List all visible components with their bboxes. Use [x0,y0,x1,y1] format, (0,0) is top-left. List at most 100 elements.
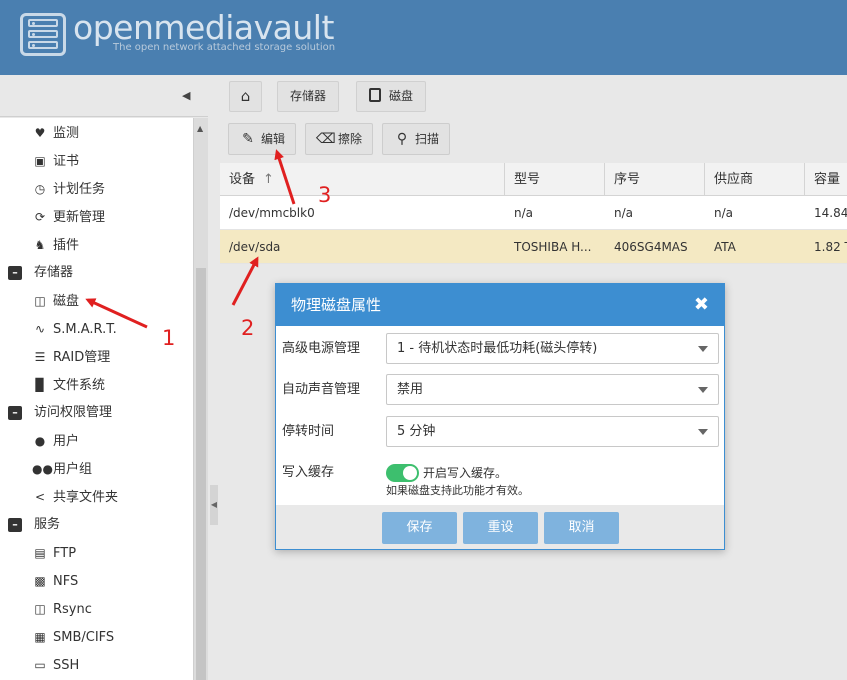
minus-square-icon[interactable]: – [8,405,22,420]
scroll-up-icon[interactable]: ▲ [197,124,203,133]
aam-label: 自动声音管理 [282,382,361,397]
minus-square-icon[interactable]: – [8,517,22,532]
annotation-step-2: 2 [241,316,255,340]
sidebar-item-label: SSH [53,658,80,673]
save-button[interactable]: 保存 [382,512,457,544]
sidebar-item-nfs[interactable]: ▩ NFS [32,570,78,592]
app-header: openmediavault The open network attached… [0,0,847,75]
sidebar-item-label: 磁盘 [53,294,80,309]
server-icon: ▤ [34,546,46,560]
table-row-selected[interactable]: /dev/sda TOSHIBA H... 406SG4MAS ATA 1.82… [220,230,847,264]
sidebar-scrollbar[interactable]: ▲ [194,118,208,680]
sidebar-item-label: S.M.A.R.T. [53,322,117,337]
sidebar-item-label: 用户 [53,434,80,449]
sidebar-item-ssh[interactable]: ▭ SSH [32,654,79,676]
apm-value: 1 - 待机状态时最低功耗(磁头停转) [397,341,598,356]
calendar-clock-icon: ◷ [34,182,46,196]
close-icon[interactable]: ✖ [694,284,709,326]
sidebar-item-label: 更新管理 [53,210,106,225]
table-header: 设备 ↑ 型号 序号 供应商 容量 [220,163,847,196]
sidebar-item-certificates[interactable]: ▣ 证书 [32,150,79,172]
sidebar-item-label: RAID管理 [53,350,111,365]
breadcrumb-storage[interactable]: 存储器 [277,81,340,112]
spindown-select[interactable]: 5 分钟 [386,416,719,447]
scan-button[interactable]: ⚲ 扫描 [382,123,451,155]
sidebar-item-rsync[interactable]: ◫ Rsync [32,598,92,620]
sidebar-item-monitoring[interactable]: ♥ 监测 [32,122,79,144]
sidebar-item-ftp[interactable]: ▤ FTP [32,542,76,564]
sidebar-item-users[interactable]: ● 用户 [32,430,79,452]
column-header-device[interactable]: 设备 ↑ [220,163,505,195]
breadcrumb-disk-label: 磁盘 [389,89,414,103]
breadcrumb: ⌂ 存储器 磁盘 [220,75,847,117]
sort-ascending-icon: ↑ [263,172,274,187]
sidebar-group-label: 访问权限管理 [34,405,113,420]
home-button[interactable]: ⌂ [229,81,262,112]
splitter[interactable]: ◀ [208,75,220,680]
column-header-model[interactable]: 型号 [505,163,605,195]
aam-select[interactable]: 禁用 [386,374,719,405]
edit-label: 编辑 [261,132,286,146]
spindown-row: 停转时间 5 分钟 [276,416,724,448]
cell-vendor: ATA [714,240,736,254]
column-header-serial[interactable]: 序号 [605,163,705,195]
sidebar-item-scheduled-jobs[interactable]: ◷ 计划任务 [32,178,105,200]
annotation-step-3: 3 [318,183,332,207]
edit-button[interactable]: ✎ 编辑 [228,123,297,155]
table-row[interactable]: /dev/mmcblk0 n/a n/a n/a 14.84 [220,196,847,230]
dialog-title-bar[interactable]: 物理磁盘属性 ✖ [276,284,724,326]
write-cache-toggle-label: 开启写入缓存。 [423,466,508,480]
sidebar-item-smart[interactable]: ∿ S.M.A.R.T. [32,318,117,340]
logo-icon [20,13,66,56]
home-icon: ⌂ [240,87,251,105]
chevron-down-icon [698,387,708,393]
sidebar-item-shared-folders[interactable]: < 共享文件夹 [32,486,118,508]
database-icon: ☰ [34,350,46,364]
cell-serial: n/a [614,206,634,220]
sidebar-item-disks[interactable]: ◫ 磁盘 [32,290,79,312]
write-cache-toggle[interactable] [386,464,419,482]
cell-model: n/a [514,206,534,220]
sidebar-group-access-rights[interactable]: – 访问权限管理 [8,402,112,424]
nav-tree: ♥ 监测 ▣ 证书 ◷ 计划任务 ⟳ 更新管理 ♞ 插件 – 存储器 ◫ 磁盘 ∿ S.M.A.… [0,118,194,680]
disk-properties-dialog: 物理磁盘属性 ✖ 高级电源管理 1 - 待机状态时最低功耗(磁头停转) 自动声音… [275,283,725,550]
sidebar-item-update-management[interactable]: ⟳ 更新管理 [32,206,105,228]
minus-square-icon[interactable]: – [8,265,22,280]
wipe-button[interactable]: ⌫ 擦除 [305,123,374,155]
brand-tagline: The open network attached storage soluti… [113,42,336,53]
apm-select[interactable]: 1 - 待机状态时最低功耗(磁头停转) [386,333,719,364]
sidebar-group-storage[interactable]: – 存储器 [8,262,73,284]
sidebar-item-label: 证书 [53,154,80,169]
collapse-left-icon[interactable]: ◀ [182,89,190,102]
column-header-capacity[interactable]: 容量 [805,163,847,195]
sidebar-item-raid[interactable]: ☰ RAID管理 [32,346,111,368]
cancel-button[interactable]: 取消 [544,512,619,544]
heartbeat-icon: ♥ [34,126,46,140]
splitter-handle-icon[interactable]: ◀ [210,485,218,525]
sidebar-item-smb[interactable]: ▦ SMB/CIFS [32,626,114,648]
sidebar-item-label: SMB/CIFS [53,630,115,645]
pulse-icon: ∿ [34,322,46,336]
reset-button[interactable]: 重设 [463,512,538,544]
aam-value: 禁用 [397,382,424,397]
column-header-vendor[interactable]: 供应商 [705,163,805,195]
spindown-label: 停转时间 [282,424,335,439]
apm-row: 高级电源管理 1 - 待机状态时最低功耗(磁头停转) [276,333,724,365]
sidebar-item-label: 监测 [53,126,80,141]
search-icon: ⚲ [396,131,408,147]
scrollbar-thumb[interactable] [196,268,206,680]
apm-label: 高级电源管理 [282,341,361,356]
sidebar-item-plugins[interactable]: ♞ 插件 [32,234,79,256]
sidebar-item-label: 文件系统 [53,378,106,393]
sidebar: ◀ ♥ 监测 ▣ 证书 ◷ 计划任务 ⟳ 更新管理 ♞ 插件 – 存储器 ◫ 磁盘 ∿ S.M.… [0,75,208,680]
sidebar-item-file-systems[interactable]: ▉ 文件系统 [32,374,105,396]
sidebar-item-label: 共享文件夹 [53,490,119,505]
sidebar-item-groups[interactable]: ●●用户组 [32,458,92,480]
wipe-label: 擦除 [338,132,363,146]
cell-device: /dev/mmcblk0 [229,206,315,220]
sidebar-item-label: NFS [53,574,79,589]
breadcrumb-disk[interactable]: 磁盘 [356,81,427,112]
spindown-value: 5 分钟 [397,424,436,439]
sidebar-group-services[interactable]: – 服务 [8,514,60,536]
network-icon: ▩ [34,574,46,588]
